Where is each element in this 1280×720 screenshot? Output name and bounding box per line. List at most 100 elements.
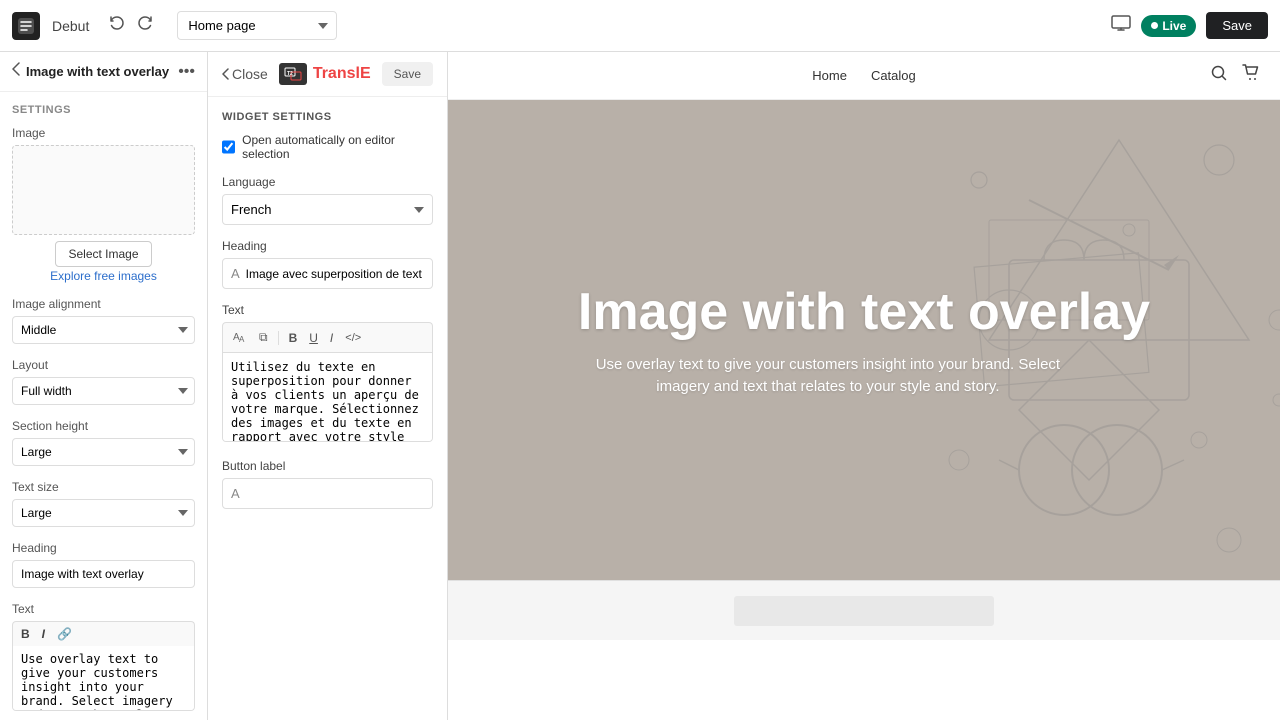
- theme-name: Debut: [52, 18, 89, 34]
- preview-nav: Home Catalog: [448, 52, 1280, 100]
- image-label: Image: [12, 126, 195, 140]
- undo-redo-group: [105, 11, 157, 40]
- settings-section-label: SETTINGS: [12, 104, 195, 116]
- close-link[interactable]: Close: [222, 66, 268, 82]
- middle-panel-body: WIDGET SETTINGS Open automatically on ed…: [208, 97, 447, 720]
- section-height-section: Section height Large Medium Small: [12, 419, 195, 466]
- nav-home[interactable]: Home: [812, 68, 847, 83]
- auto-open-label[interactable]: Open automatically on editor selection: [242, 133, 433, 161]
- close-label: Close: [232, 66, 268, 82]
- trans-copy-btn[interactable]: ⧉: [255, 328, 272, 347]
- heading-translation-input-wrap: A: [222, 258, 433, 289]
- widget-settings-label: WIDGET SETTINGS: [222, 111, 433, 123]
- page-dropdown[interactable]: Home page About Contact: [177, 11, 337, 40]
- footer-center-box: [734, 596, 994, 626]
- left-panel: Image with text overlay ••• SETTINGS Ima…: [0, 52, 208, 720]
- italic-button[interactable]: I: [38, 625, 49, 643]
- main-layout: Image with text overlay ••• SETTINGS Ima…: [0, 52, 1280, 720]
- text-label: Text: [12, 602, 195, 616]
- middle-panel: Close T2 TranslE Save WIDGET SETTINGS: [208, 52, 448, 720]
- live-label: Live: [1162, 19, 1186, 33]
- search-icon[interactable]: [1210, 64, 1228, 87]
- text-section: Text B I 🔗 Use overlay text to give your…: [12, 602, 195, 714]
- text-size-select[interactable]: Large Medium Small: [12, 499, 195, 527]
- app-logo: [12, 12, 40, 40]
- layout-label: Layout: [12, 358, 195, 372]
- svg-text:T2: T2: [287, 71, 293, 77]
- image-upload-area: [12, 145, 195, 235]
- middle-panel-header: Close T2 TranslE Save: [208, 52, 447, 97]
- section-height-select[interactable]: Large Medium Small: [12, 438, 195, 466]
- link-button[interactable]: 🔗: [53, 625, 76, 643]
- trans-bold-btn[interactable]: B: [285, 329, 302, 347]
- language-select[interactable]: French English Spanish German: [222, 194, 433, 225]
- transl-text: Transl: [313, 65, 360, 82]
- live-badge[interactable]: Live: [1141, 15, 1196, 37]
- button-label-section: Button label A: [222, 459, 433, 509]
- image-alignment-section: Image alignment Middle Top Bottom: [12, 297, 195, 344]
- heading-input[interactable]: [12, 560, 195, 588]
- cart-icon[interactable]: [1242, 64, 1260, 87]
- hero-content: Image with text overlay Use overlay text…: [558, 262, 1170, 419]
- topbar-right: Live Save: [1111, 12, 1268, 39]
- nav-links: Home Catalog: [812, 68, 916, 83]
- trans-underline-btn[interactable]: U: [305, 329, 322, 347]
- layout-select[interactable]: Full width Grid: [12, 377, 195, 405]
- button-label-input-wrap: A: [222, 478, 433, 509]
- svg-text:A: A: [239, 335, 245, 343]
- more-options-button[interactable]: •••: [178, 63, 195, 81]
- topbar: Debut Home page About Contact Live Save: [0, 0, 1280, 52]
- left-panel-header: Image with text overlay •••: [0, 52, 207, 92]
- text-toolbar: B I 🔗: [12, 621, 195, 646]
- transl-logo-box: T2: [279, 63, 307, 85]
- language-section: Language French English Spanish German: [222, 175, 433, 225]
- image-section: Image Select Image Explore free images: [12, 126, 195, 283]
- text-size-label: Text size: [12, 480, 195, 494]
- preview-hero: Image with text overlay Use overlay text…: [448, 100, 1280, 580]
- topbar-save-button[interactable]: Save: [1206, 12, 1268, 39]
- heading-translation-label: Heading: [222, 239, 433, 253]
- button-label-field-label: Button label: [222, 459, 433, 473]
- heading-section: Heading: [12, 541, 195, 588]
- text-size-section: Text size Large Medium Small: [12, 480, 195, 527]
- preview-panel: Home Catalog: [448, 52, 1280, 720]
- preview-footer-strip: [448, 580, 1280, 640]
- back-button[interactable]: [12, 62, 20, 81]
- button-label-input[interactable]: [246, 487, 424, 501]
- transl-accent: E: [360, 65, 371, 82]
- heading-label: Heading: [12, 541, 195, 555]
- trans-code-btn[interactable]: </>: [341, 330, 365, 346]
- hero-title: Image with text overlay: [578, 282, 1150, 342]
- trans-italic-btn[interactable]: I: [326, 329, 337, 347]
- text-textarea[interactable]: Use overlay text to give your customers …: [12, 646, 195, 711]
- layout-section: Layout Full width Grid: [12, 358, 195, 405]
- middle-save-button[interactable]: Save: [382, 62, 433, 86]
- auto-open-row: Open automatically on editor selection: [222, 133, 433, 161]
- left-panel-title: Image with text overlay: [26, 64, 172, 79]
- text-translation-textarea[interactable]: Utilisez du texte en superposition pour …: [222, 352, 433, 442]
- image-alignment-select[interactable]: Middle Top Bottom: [12, 316, 195, 344]
- transl-logo: T2 TranslE: [279, 63, 371, 85]
- heading-translation-section: Heading A: [222, 239, 433, 289]
- auto-open-checkbox[interactable]: [222, 140, 235, 154]
- transl-name: TranslE: [313, 65, 371, 83]
- trans-translate-icon-btn[interactable]: AA: [229, 327, 251, 348]
- select-image-button[interactable]: Select Image: [55, 241, 151, 267]
- btn-translate-icon: A: [231, 486, 240, 501]
- section-height-label: Section height: [12, 419, 195, 433]
- nav-catalog[interactable]: Catalog: [871, 68, 916, 83]
- text-translation-toolbar: AA ⧉ B U I </>: [222, 322, 433, 352]
- live-dot: [1151, 22, 1158, 29]
- undo-button[interactable]: [105, 11, 129, 40]
- language-field-label: Language: [222, 175, 433, 189]
- preview-browser: Home Catalog: [448, 52, 1280, 720]
- desktop-preview-icon[interactable]: [1111, 15, 1131, 36]
- explore-images-link[interactable]: Explore free images: [12, 269, 195, 283]
- redo-button[interactable]: [133, 11, 157, 40]
- text-translation-section: Text AA ⧉ B U I </> Utilisez du texte en…: [222, 303, 433, 445]
- nav-icons: [1210, 64, 1260, 87]
- bold-button[interactable]: B: [17, 625, 34, 643]
- left-panel-body: SETTINGS Image Select Image Explore free…: [0, 92, 207, 720]
- heading-translation-input[interactable]: [246, 267, 424, 281]
- page-selector[interactable]: Home page About Contact: [177, 11, 337, 40]
